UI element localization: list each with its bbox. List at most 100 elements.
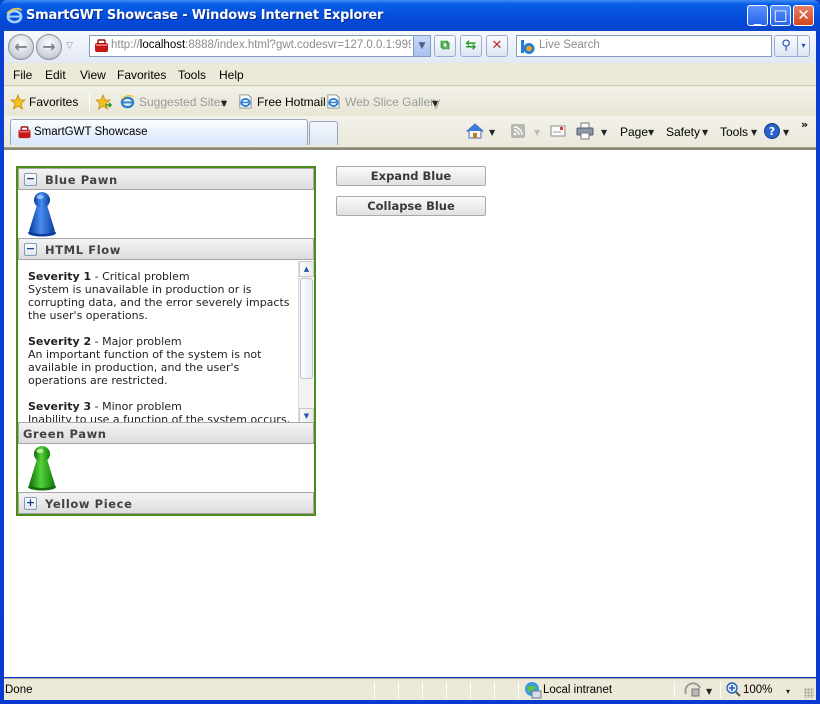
- chevron-down-icon[interactable]: ▼: [601, 128, 607, 137]
- back-arrow-icon: ←: [14, 37, 28, 56]
- separator: [470, 682, 471, 698]
- chevron-down-icon: ▼: [418, 41, 426, 51]
- separator: [422, 682, 423, 698]
- url-host: localhost: [139, 39, 186, 51]
- stop-icon: ✕: [491, 38, 503, 53]
- search-options-dropdown[interactable]: ▾: [797, 35, 810, 57]
- favorites-button[interactable]: Favorites: [29, 95, 78, 109]
- add-to-favorites-bar-icon[interactable]: [96, 94, 112, 110]
- read-mail-icon[interactable]: [549, 122, 567, 140]
- menu-view[interactable]: View: [80, 68, 106, 82]
- scroll-up-arrow-icon[interactable]: ▲: [299, 261, 314, 277]
- section-header-yellow-piece[interactable]: + Yellow Piece: [18, 492, 314, 514]
- forward-arrow-icon: →: [42, 37, 56, 56]
- expand-blue-button[interactable]: Expand Blue: [336, 166, 486, 186]
- browser-window: SmartGWT Showcase - Windows Internet Exp…: [0, 0, 820, 704]
- address-dropdown-button[interactable]: ▼: [413, 36, 430, 56]
- severity-subtitle: - Critical problem: [91, 270, 190, 283]
- menu-tools[interactable]: Tools: [178, 68, 206, 82]
- html-flow-scrollbar[interactable]: ▲ ▼: [298, 261, 314, 424]
- tab-label: SmartGWT Showcase: [34, 126, 148, 138]
- tab-smartgwt-showcase[interactable]: SmartGWT Showcase: [10, 119, 308, 145]
- stop-button[interactable]: ✕: [486, 35, 508, 57]
- url-rest: :8888/index.html?gwt.codesvr=127.0.0.1:9…: [185, 39, 411, 51]
- section-title: HTML Flow: [45, 243, 121, 257]
- separator: [674, 682, 675, 698]
- recent-pages-dropdown[interactable]: ▽: [66, 41, 73, 51]
- ie-page-icon: [327, 94, 340, 109]
- new-tab-button[interactable]: [309, 121, 338, 145]
- safety-menu[interactable]: Safety: [666, 125, 700, 139]
- expand-icon[interactable]: +: [24, 497, 37, 510]
- severity-body: An important function of the system is n…: [28, 348, 262, 387]
- severity-item: Severity 3 - Minor problem Inability to u…: [28, 400, 293, 424]
- chevron-down-icon[interactable]: ▼: [783, 128, 789, 137]
- protected-mode-icon[interactable]: [684, 682, 702, 698]
- address-url[interactable]: http://localhost:8888/index.html?gwt.cod…: [111, 39, 411, 51]
- home-icon[interactable]: [466, 122, 484, 140]
- separator: [374, 682, 375, 698]
- print-icon[interactable]: [576, 122, 594, 140]
- severity-heading: Severity 1: [28, 270, 92, 283]
- section-header-blue-pawn[interactable]: − Blue Pawn: [18, 168, 314, 190]
- window-title: SmartGWT Showcase - Windows Internet Exp…: [26, 8, 384, 23]
- minimize-button[interactable]: _: [747, 5, 768, 26]
- page-menu[interactable]: Page: [620, 125, 648, 139]
- compatibility-view-button[interactable]: ⧉: [434, 35, 456, 57]
- scrollbar-thumb[interactable]: [300, 278, 313, 379]
- menu-edit[interactable]: Edit: [45, 68, 66, 82]
- menu-help[interactable]: Help: [219, 68, 244, 82]
- menu-favorites[interactable]: Favorites: [117, 68, 166, 82]
- close-button[interactable]: ✕: [793, 5, 814, 26]
- section-title: Blue Pawn: [45, 173, 118, 187]
- search-go-button[interactable]: ⚲: [774, 35, 798, 57]
- section-stack: − Blue Pawn − HTML Flow Severity 1 - Cri…: [16, 166, 316, 516]
- collapse-icon[interactable]: −: [24, 243, 37, 256]
- gwt-toolbox-favicon-icon: [18, 126, 31, 139]
- free-hotmail-link[interactable]: Free Hotmail: [257, 95, 326, 109]
- security-zone[interactable]: Local intranet: [543, 684, 612, 696]
- severity-subtitle: - Major problem: [91, 335, 182, 348]
- chevron-down-icon[interactable]: ▼: [489, 128, 495, 137]
- collapse-icon[interactable]: −: [24, 173, 37, 186]
- address-bar[interactable]: http://localhost:8888/index.html?gwt.cod…: [89, 35, 431, 57]
- chevron-down-icon[interactable]: ▼: [432, 99, 438, 108]
- svg-text:?: ?: [769, 125, 775, 138]
- severity-heading: Severity 2: [28, 335, 92, 348]
- zoom-level[interactable]: 100%: [743, 684, 772, 696]
- refresh-button[interactable]: ⇆: [460, 35, 482, 57]
- separator: [398, 682, 399, 698]
- forward-button[interactable]: →: [36, 34, 62, 60]
- severity-heading: Severity 3: [28, 400, 92, 413]
- menu-bar: File Edit View Favorites Tools Help: [4, 64, 816, 86]
- help-icon[interactable]: ?: [763, 122, 781, 140]
- web-slice-gallery-link[interactable]: Web Slice Gallery: [345, 95, 440, 109]
- chevron-down-icon[interactable]: ▼: [702, 128, 708, 137]
- tools-menu[interactable]: Tools: [720, 125, 748, 139]
- maximize-button[interactable]: □: [770, 5, 791, 26]
- navigation-bar: ← → ▽ http://localhost:8888/index.html?g…: [4, 31, 816, 63]
- rss-feed-icon[interactable]: [509, 122, 527, 140]
- compatibility-view-icon: ⧉: [440, 38, 450, 53]
- zoom-icon[interactable]: [726, 682, 741, 697]
- chevron-down-icon[interactable]: ▼: [751, 128, 757, 137]
- back-button[interactable]: ←: [8, 34, 34, 60]
- green-pawn-image: [28, 446, 56, 491]
- chevron-down-icon[interactable]: ▼: [706, 687, 712, 696]
- section-header-green-pawn[interactable]: Green Pawn: [18, 422, 314, 444]
- ie-logo-icon: [120, 94, 135, 109]
- suggested-sites-link[interactable]: Suggested Sites: [139, 95, 226, 109]
- collapse-blue-button[interactable]: Collapse Blue: [336, 196, 486, 216]
- section-header-html-flow[interactable]: − HTML Flow: [18, 238, 314, 260]
- menu-file[interactable]: File: [13, 68, 32, 82]
- chevron-down-icon[interactable]: ▼: [648, 128, 654, 137]
- zoom-dropdown-icon[interactable]: ▾: [786, 687, 790, 696]
- search-box[interactable]: Live Search: [516, 35, 772, 57]
- severity-body: System is unavailable in production or i…: [28, 283, 290, 322]
- resize-grip[interactable]: [804, 688, 814, 698]
- chevron-down-icon[interactable]: ▼: [221, 99, 227, 108]
- separator: [518, 682, 519, 698]
- minimize-icon: _: [753, 8, 762, 26]
- more-commands-icon[interactable]: »: [801, 118, 808, 131]
- separator: [720, 682, 721, 698]
